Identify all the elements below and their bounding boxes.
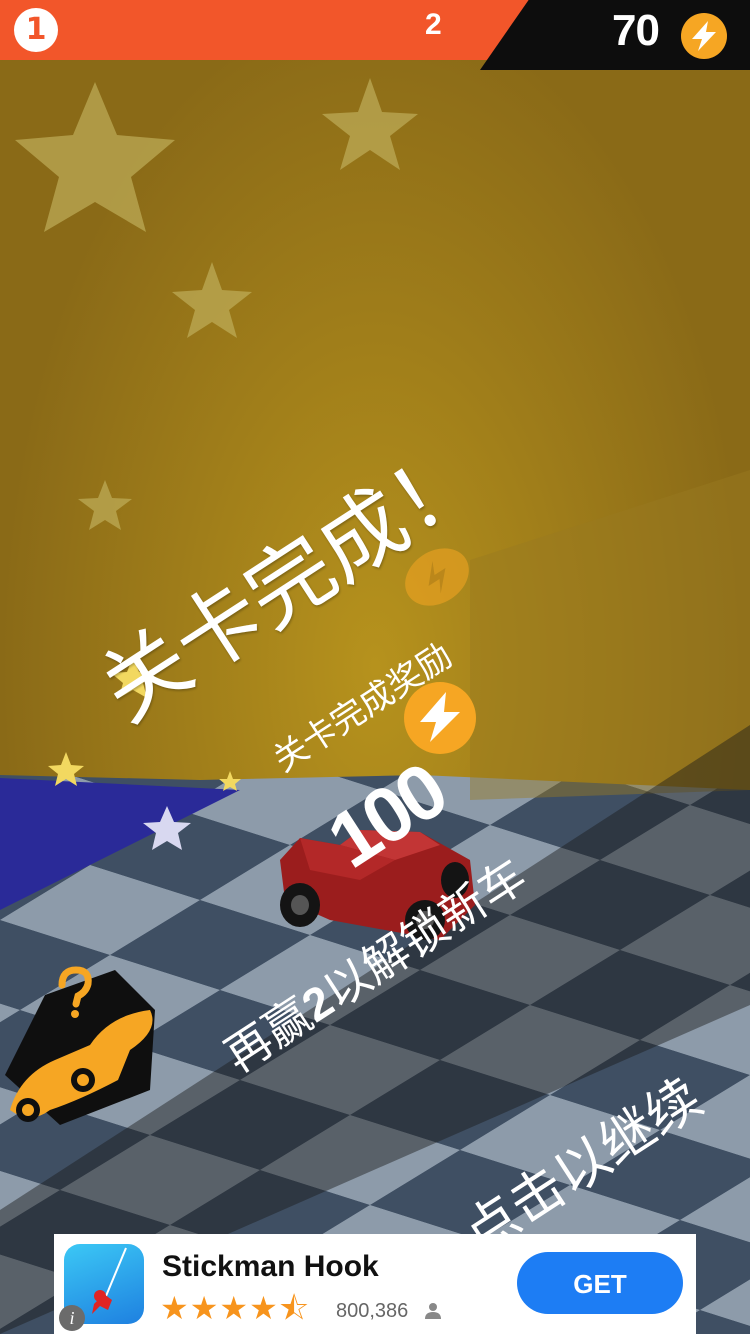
info-icon[interactable]: i [59,1305,85,1331]
current-level-badge: 1 [14,8,58,52]
ad-banner[interactable]: i Stickman Hook ★★★★⯪ 800,386 GET [54,1234,696,1334]
reward-coin-icon [404,682,476,754]
get-button[interactable]: GET [517,1252,683,1314]
user-icon [425,1303,441,1319]
ad-app-name: Stickman Hook [162,1250,379,1283]
star-rating-icon: ★★★★⯪ [160,1289,311,1327]
coin-count: 70 [612,6,660,55]
next-level-number: 2 [425,8,442,41]
coin-lightning-icon [681,13,727,59]
hud-level-bar [0,0,530,60]
ad-rating-count: 800,386 [336,1300,409,1322]
